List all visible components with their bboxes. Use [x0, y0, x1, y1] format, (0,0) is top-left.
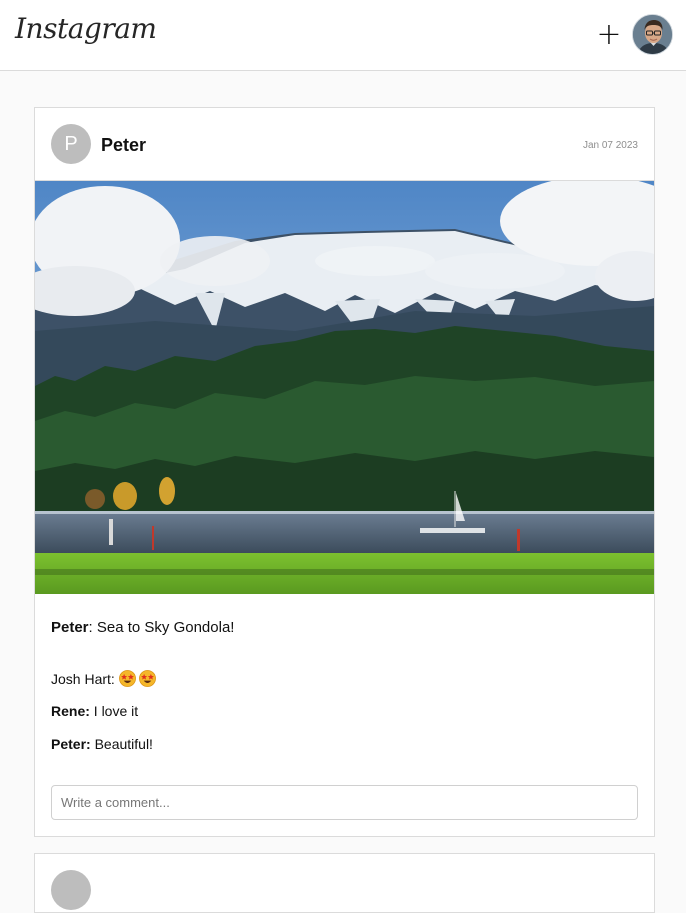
- star-struck-emoji-icon: [118, 670, 136, 687]
- current-user-avatar[interactable]: [632, 14, 673, 55]
- comment-item: Josh Hart:: [51, 670, 159, 687]
- comment-item: Rene: I love it: [51, 703, 138, 719]
- caption-author[interactable]: Peter: [51, 619, 89, 636]
- author-name[interactable]: Peter: [101, 135, 146, 156]
- star-struck-emoji-icon: [138, 670, 156, 687]
- post-image[interactable]: [35, 181, 654, 594]
- comment-author[interactable]: Josh Hart:: [51, 671, 115, 687]
- post-date: Jan 07 2023: [582, 140, 638, 151]
- comment-text: Beautiful!: [94, 736, 153, 752]
- comment-input[interactable]: [51, 785, 638, 820]
- author-avatar[interactable]: P: [51, 124, 91, 164]
- comment-author[interactable]: Rene:: [51, 703, 90, 719]
- caption-text: Sea to Sky Gondola!: [96, 619, 235, 636]
- comment-item: Peter: Beautiful!: [51, 736, 153, 752]
- user-photo-icon: [633, 15, 672, 54]
- add-post-button[interactable]: +: [596, 20, 622, 50]
- post-caption: Peter: Sea to Sky Gondola!: [51, 619, 235, 636]
- instagram-logo[interactable]: Instagram: [15, 12, 157, 45]
- author-avatar[interactable]: [51, 870, 91, 910]
- comment-text: I love it: [93, 703, 139, 719]
- comment-author[interactable]: Peter:: [51, 736, 91, 752]
- post-card: [34, 853, 655, 913]
- post-header: P Peter Jan 07 2023: [35, 108, 654, 181]
- top-navigation-bar: Instagram +: [0, 0, 686, 71]
- post-card: P Peter Jan 07 2023 Peter: Sea to Sky Go…: [34, 107, 655, 837]
